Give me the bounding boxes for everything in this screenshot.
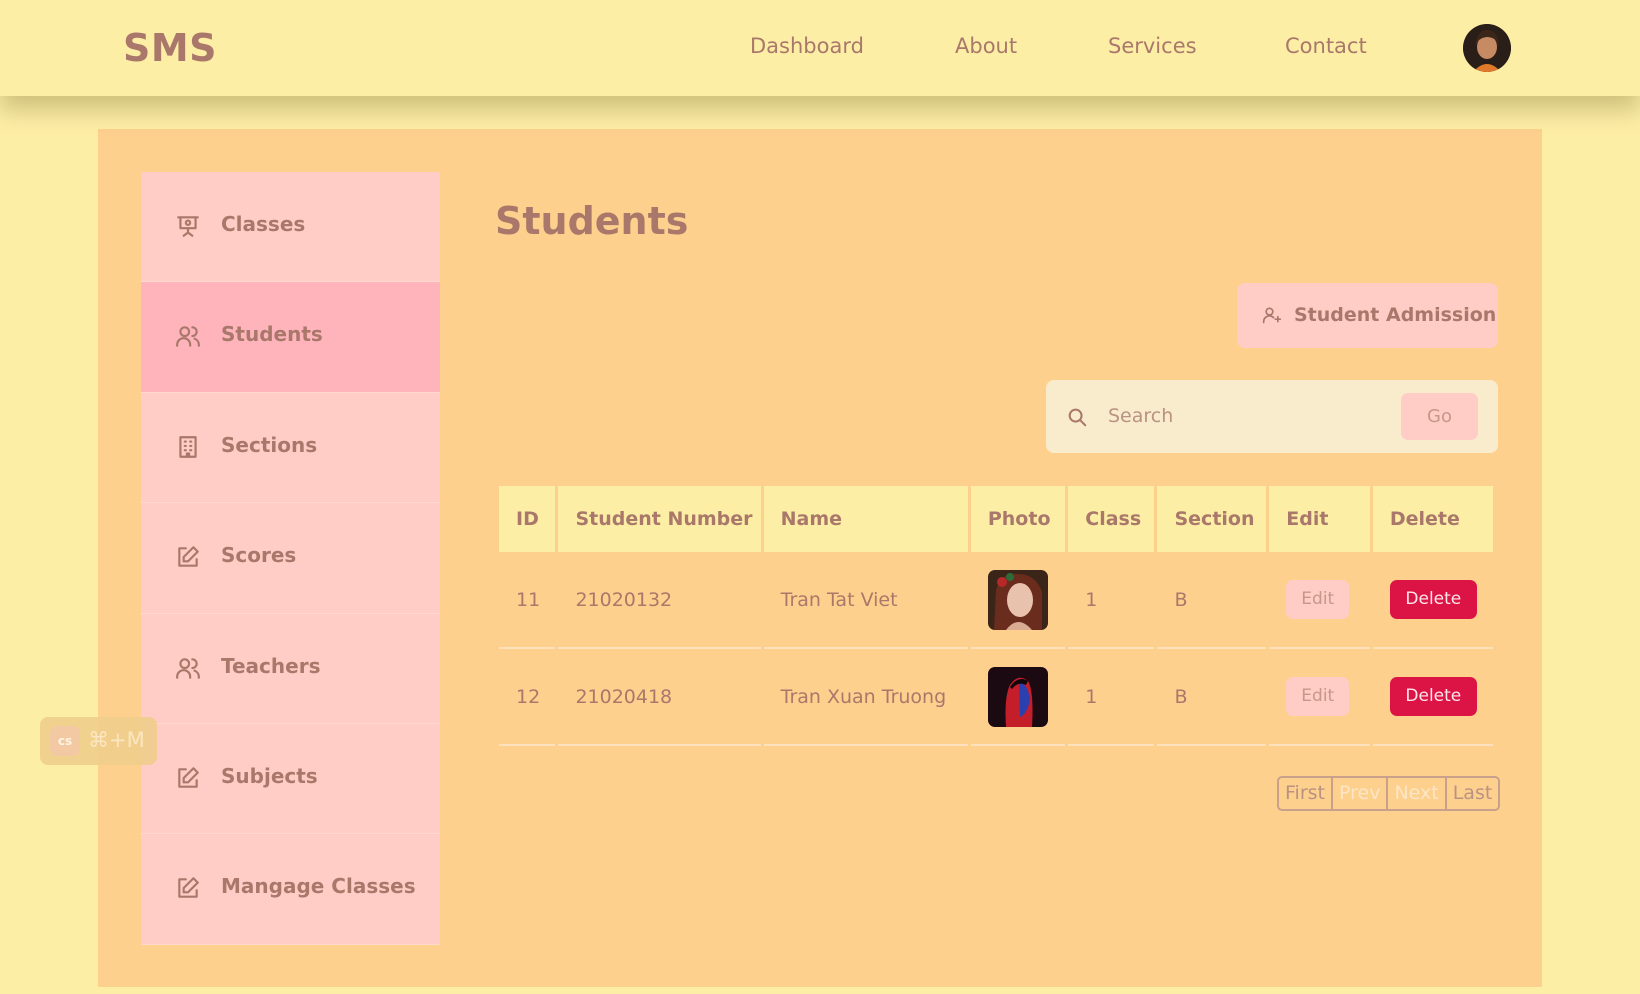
shortcut-keys: ⌘+M [88, 728, 145, 752]
cell-photo [970, 552, 1066, 649]
edit-icon [175, 875, 201, 901]
cell-id: 12 [499, 649, 556, 746]
cell-student-number: 21020132 [558, 552, 761, 649]
table-header-row: ID Student Number Name Photo Class Secti… [499, 486, 1493, 552]
table-row: 12 21020418 Tran Xuan Truong 1 B Edit De… [499, 649, 1493, 746]
user-avatar[interactable] [1463, 24, 1511, 72]
sidebar-item-scores[interactable]: Scores [141, 503, 440, 614]
search-icon [1066, 406, 1088, 428]
search-input[interactable] [1108, 396, 1378, 436]
student-admission-button[interactable]: Student Admission [1237, 283, 1498, 348]
pagination: First Prev Next Last [1277, 776, 1501, 811]
cell-section: B [1157, 552, 1267, 649]
user-plus-icon [1262, 305, 1282, 325]
cell-name: Tran Xuan Truong [763, 649, 968, 746]
nav-services[interactable]: Services [1108, 34, 1197, 58]
sidebar-item-label: Teachers [221, 653, 321, 678]
column-header-section[interactable]: Section [1157, 486, 1267, 552]
cell-class: 1 [1068, 552, 1155, 649]
column-header-id[interactable]: ID [499, 486, 556, 552]
top-navbar: SMS Dashboard About Services Contact [0, 0, 1640, 96]
sidebar-item-subjects[interactable]: Subjects [141, 723, 440, 835]
delete-button[interactable]: Delete [1389, 677, 1477, 716]
page-title: Students [495, 199, 689, 243]
presentation-icon [175, 213, 201, 239]
cell-name: Tran Tat Viet [763, 552, 968, 649]
page-prev-button[interactable]: Prev [1333, 778, 1389, 809]
column-header-photo[interactable]: Photo [970, 486, 1066, 552]
sidebar-item-label: Scores [221, 543, 297, 568]
student-photo [987, 569, 1048, 630]
sidebar-item-label: Subjects [221, 763, 318, 788]
search-bar: Go [1046, 380, 1498, 453]
cell-section: B [1157, 649, 1267, 746]
nav-dashboard[interactable]: Dashboard [750, 34, 864, 58]
shortcut-badge: cs [50, 726, 80, 756]
shortcut-overlay[interactable]: cs ⌘+M [40, 717, 157, 765]
sidebar-item-label: Students [221, 322, 323, 347]
sidebar-item-sections[interactable]: Sections [141, 392, 440, 504]
page-last-button[interactable]: Last [1447, 778, 1499, 809]
sidebar: Classes Students Sections Scores Teacher… [141, 172, 440, 945]
edit-button[interactable]: Edit [1286, 677, 1350, 716]
edit-icon [175, 544, 201, 570]
building-icon [175, 434, 201, 460]
cell-photo [970, 649, 1066, 746]
users-icon [175, 655, 201, 681]
edit-button[interactable]: Edit [1286, 580, 1350, 619]
column-header-student-number[interactable]: Student Number [558, 486, 761, 552]
edit-icon [175, 765, 201, 791]
sidebar-item-teachers[interactable]: Teachers [141, 613, 440, 724]
sidebar-item-label: Mangage Classes [221, 874, 416, 899]
sidebar-item-label: Sections [221, 432, 318, 457]
app-logo[interactable]: SMS [123, 26, 217, 70]
student-admission-label: Student Admission [1294, 304, 1497, 326]
column-header-delete[interactable]: Delete [1372, 486, 1493, 552]
sidebar-item-manage-classes[interactable]: Mangage Classes [141, 834, 440, 945]
users-icon [175, 323, 201, 349]
student-photo [987, 666, 1048, 727]
nav-about[interactable]: About [955, 34, 1017, 58]
table-row: 11 21020132 Tran Tat Viet 1 B Edit Delet… [499, 552, 1493, 649]
go-button[interactable]: Go [1401, 393, 1478, 440]
delete-button[interactable]: Delete [1389, 580, 1477, 619]
column-header-name[interactable]: Name [763, 486, 968, 552]
cell-student-number: 21020418 [558, 649, 761, 746]
nav-contact[interactable]: Contact [1285, 34, 1367, 58]
cell-delete: Delete [1372, 649, 1493, 746]
cell-class: 1 [1068, 649, 1155, 746]
cell-edit: Edit [1269, 649, 1370, 746]
page-first-button[interactable]: First [1279, 778, 1333, 809]
cell-id: 11 [499, 552, 556, 649]
column-header-edit[interactable]: Edit [1269, 486, 1370, 552]
students-table: ID Student Number Name Photo Class Secti… [496, 486, 1496, 746]
main-panel: Classes Students Sections Scores Teacher… [98, 129, 1542, 987]
page-next-button[interactable]: Next [1388, 778, 1447, 809]
cell-edit: Edit [1269, 552, 1370, 649]
sidebar-item-classes[interactable]: Classes [141, 172, 440, 283]
cell-delete: Delete [1372, 552, 1493, 649]
column-header-class[interactable]: Class [1068, 486, 1155, 552]
sidebar-item-label: Classes [221, 212, 306, 236]
sidebar-item-students[interactable]: Students [141, 282, 440, 393]
